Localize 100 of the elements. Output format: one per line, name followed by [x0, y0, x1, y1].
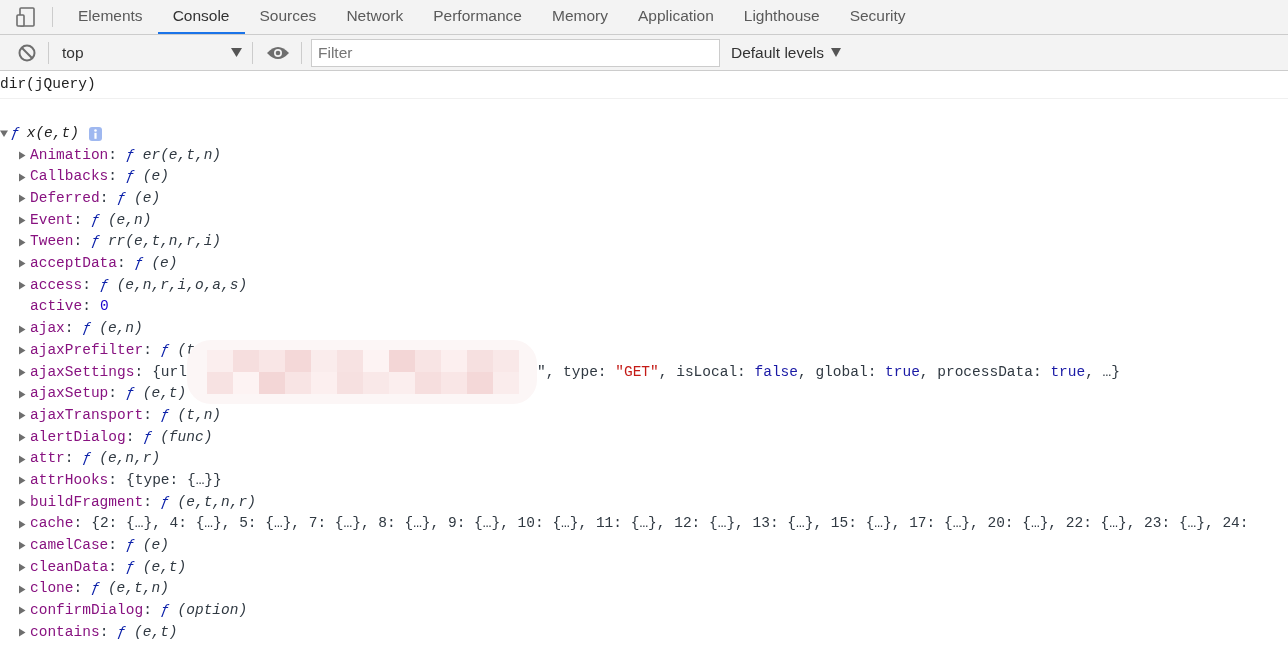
property-name: Tween [30, 232, 74, 252]
collapsed-triangle-icon[interactable] [18, 151, 26, 161]
colon: : [143, 340, 152, 360]
collapsed-triangle-icon[interactable] [18, 281, 26, 291]
function-signature: (t,n) [177, 405, 222, 425]
function-sign: ƒ [11, 123, 20, 143]
colon: : [108, 470, 118, 490]
function-sign: ƒ [126, 145, 135, 165]
property-name: ajax [30, 319, 65, 339]
collapsed-triangle-icon[interactable] [18, 216, 26, 226]
collapsed-triangle-icon[interactable] [18, 454, 26, 464]
property-name: ajaxTransport [30, 405, 144, 425]
property-name: cleanData [30, 557, 109, 577]
collapsed-triangle-icon[interactable] [18, 541, 26, 551]
function-signature: (e,n,r) [99, 449, 161, 469]
collapsed-triangle-icon[interactable] [18, 498, 26, 508]
object-preview: , processData: [919, 362, 1043, 382]
collapsed-triangle-icon[interactable] [18, 324, 26, 334]
object-preview: , isLocal: [658, 362, 747, 382]
colon: : [82, 297, 91, 317]
function-signature: (func) [160, 427, 213, 447]
panel-tab[interactable]: Sources [244, 0, 332, 34]
colon: : [108, 167, 118, 187]
panel-tab[interactable]: Application [622, 0, 729, 34]
panel-tab[interactable]: Performance [418, 0, 537, 34]
function-signature: (e,t,n,r) [177, 492, 256, 512]
collapsed-triangle-icon[interactable] [18, 519, 26, 529]
log-levels-dropdown[interactable]: Default levels [731, 40, 842, 65]
function-signature: er(e,t,n) [142, 145, 222, 165]
function-sign: ƒ [82, 319, 92, 339]
number-value: 0 [99, 297, 109, 317]
panel-tab[interactable]: Memory [536, 0, 623, 34]
function-sign: ƒ [117, 189, 127, 209]
property-name: Animation [30, 145, 109, 165]
panel-tab[interactable]: Lighthouse [728, 0, 835, 34]
object-preview: {2: {…}, 4: {…}, 5: {…}, 7: {…}, 8: {…}, 9: {…}, 10: {…}, 11: {…}, 12: {…}, 13: {…}, 15: {…}, 17: {…}, 20: {…}, 22: {…}, 23: {…}, 24: [91, 514, 1249, 534]
collapsed-triangle-icon[interactable] [18, 194, 26, 204]
function-signature: (e,t) [142, 557, 187, 577]
function-sign: ƒ [99, 275, 109, 295]
function-sign: ƒ [160, 340, 170, 360]
panel-tab[interactable]: Security [834, 0, 921, 34]
function-sign: ƒ [82, 449, 92, 469]
collapsed-triangle-icon[interactable] [18, 389, 26, 399]
collapsed-triangle-icon[interactable] [18, 563, 26, 573]
collapsed-triangle-icon[interactable] [18, 476, 26, 486]
property-name: clone [30, 579, 74, 599]
function-signature: (e) [151, 254, 178, 274]
colon: : [64, 319, 74, 339]
panel-tab[interactable]: Network [331, 0, 419, 34]
function-signature: (e) [142, 167, 169, 187]
filter-field[interactable]: Filter [311, 38, 720, 67]
context-select[interactable]: top [62, 40, 242, 65]
collapsed-triangle-icon[interactable] [18, 367, 26, 377]
colon: : [134, 362, 144, 382]
colon: : [108, 557, 118, 577]
collapsed-triangle-icon[interactable] [18, 346, 26, 356]
colon: : [99, 622, 109, 642]
collapsed-triangle-icon[interactable] [18, 411, 26, 421]
object-preview: , …} [1085, 362, 1120, 382]
eye-icon[interactable] [266, 44, 290, 61]
property-name: Callbacks [30, 167, 109, 187]
function-sign: ƒ [117, 622, 127, 642]
collapsed-triangle-icon[interactable] [18, 432, 26, 442]
function-sign: ƒ [91, 579, 100, 599]
function-sign: ƒ [126, 384, 135, 404]
collapsed-triangle-icon[interactable] [18, 606, 26, 616]
collapsed-triangle-icon[interactable] [18, 259, 26, 269]
collapsed-triangle-icon[interactable] [18, 628, 26, 638]
property-name: acceptData [30, 254, 117, 274]
clear-console-icon[interactable] [17, 42, 37, 63]
property-name: alertDialog [30, 427, 126, 447]
function-sign: ƒ [160, 601, 170, 621]
boolean-value: true [1050, 362, 1086, 382]
function-signature: (option) [177, 601, 248, 621]
collapsed-triangle-icon[interactable] [18, 172, 26, 182]
colon: : [125, 427, 135, 447]
colon: : [64, 449, 74, 469]
boolean-value: true [885, 362, 920, 382]
colon: : [99, 189, 109, 209]
function-sign: ƒ [160, 492, 170, 512]
property-name: ajaxPrefilter [30, 340, 144, 360]
collapsed-triangle-icon[interactable] [18, 584, 26, 594]
function-sign: ƒ [126, 557, 135, 577]
property-name: confirmDialog [30, 601, 144, 621]
property-name: active [30, 297, 83, 317]
colon: : [108, 536, 118, 556]
function-sign: ƒ [143, 427, 153, 447]
function-signature: (e,t) [134, 622, 178, 642]
colon: : [82, 275, 91, 295]
function-sign: ƒ [91, 210, 100, 230]
panel-tab[interactable]: Elements [63, 0, 158, 34]
device-toggle-icon[interactable] [15, 6, 37, 28]
function-sign: ƒ [134, 254, 144, 274]
colon: : [73, 232, 83, 252]
expanded-triangle-icon[interactable] [0, 129, 8, 139]
colon: : [73, 210, 83, 230]
collapsed-triangle-icon[interactable] [18, 237, 26, 247]
function-signature: (e,n) [99, 319, 143, 339]
function-sign: ƒ [160, 405, 170, 425]
function-sign: ƒ [126, 536, 135, 556]
